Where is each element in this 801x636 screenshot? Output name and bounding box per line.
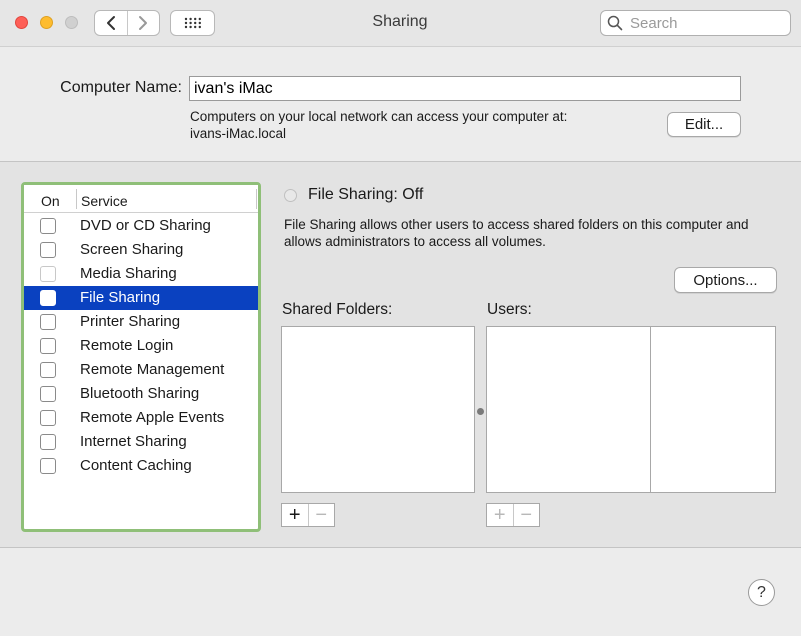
back-button[interactable]	[95, 11, 127, 35]
help-button[interactable]: ?	[748, 579, 775, 606]
computer-name-label: Computer Name:	[60, 79, 182, 96]
remove-shared-folder-button[interactable]: −	[307, 504, 335, 526]
show-all-button[interactable]	[170, 10, 215, 36]
service-checkbox[interactable]	[40, 458, 56, 474]
service-list[interactable]: On Service DVD or CD Sharing Screen Shar…	[21, 182, 261, 532]
options-button[interactable]: Options...	[674, 267, 777, 293]
chevron-left-icon	[106, 16, 115, 30]
service-row-file-sharing[interactable]: File Sharing	[24, 286, 258, 310]
network-address-description: Computers on your local network can acce…	[190, 109, 568, 124]
window-title: Sharing	[372, 13, 428, 30]
service-row-screen-sharing[interactable]: Screen Sharing	[24, 238, 258, 262]
local-hostname: ivans-iMac.local	[190, 126, 287, 141]
add-user-button[interactable]: +	[487, 504, 513, 526]
service-list-header: On Service	[24, 185, 258, 213]
service-checkbox[interactable]	[40, 362, 56, 378]
users-list[interactable]	[486, 326, 776, 493]
column-divider	[256, 189, 257, 209]
service-checkbox[interactable]	[40, 290, 56, 306]
service-label: Internet Sharing	[80, 433, 187, 450]
file-sharing-description: File Sharing allows other users to acces…	[284, 217, 749, 249]
title-bar: Sharing	[0, 0, 801, 47]
computer-name-input[interactable]	[189, 76, 741, 101]
zoom-window-button[interactable]	[65, 16, 78, 29]
edit-hostname-button[interactable]: Edit...	[667, 112, 741, 137]
service-label: Remote Login	[80, 337, 174, 354]
service-checkbox[interactable]	[40, 314, 56, 330]
users-column-divider	[650, 327, 651, 492]
add-shared-folder-button[interactable]: +	[282, 504, 308, 526]
service-label: File Sharing	[80, 289, 161, 306]
search-field[interactable]	[600, 10, 791, 36]
users-add-remove: + −	[486, 503, 540, 527]
close-window-button[interactable]	[15, 16, 28, 29]
chevron-right-icon	[139, 16, 148, 30]
service-checkbox[interactable]	[40, 434, 56, 450]
service-label: Remote Apple Events	[80, 409, 225, 426]
service-label: Bluetooth Sharing	[80, 385, 200, 402]
navigation-buttons	[94, 10, 160, 36]
column-header-on[interactable]: On	[41, 193, 60, 209]
search-icon	[607, 15, 623, 31]
service-checkbox[interactable]	[40, 338, 56, 354]
column-header-service[interactable]: Service	[81, 193, 128, 209]
split-view-handle[interactable]	[477, 408, 484, 415]
grid-icon	[184, 17, 201, 29]
service-row-remote-management[interactable]: Remote Management	[24, 358, 258, 382]
service-checkbox[interactable]	[40, 242, 56, 258]
shared-folders-add-remove: + −	[281, 503, 335, 527]
service-label: Printer Sharing	[80, 313, 181, 330]
service-row-media-sharing[interactable]: Media Sharing	[24, 262, 258, 286]
service-checkbox[interactable]	[40, 386, 56, 402]
service-checkbox[interactable]	[40, 410, 56, 426]
remove-user-button[interactable]: −	[512, 504, 540, 526]
service-label: Content Caching	[80, 457, 192, 474]
service-label: Screen Sharing	[80, 241, 184, 258]
column-divider	[76, 189, 77, 209]
service-row-internet-sharing[interactable]: Internet Sharing	[24, 430, 258, 454]
forward-button[interactable]	[126, 11, 160, 35]
service-checkbox[interactable]	[40, 218, 56, 234]
sharing-status: File Sharing: Off	[308, 186, 424, 203]
service-label: DVD or CD Sharing	[80, 217, 211, 234]
service-label: Media Sharing	[80, 265, 177, 282]
service-row-remote-login[interactable]: Remote Login	[24, 334, 258, 358]
shared-folders-label: Shared Folders:	[282, 301, 393, 318]
status-indicator	[284, 189, 297, 202]
service-row-printer-sharing[interactable]: Printer Sharing	[24, 310, 258, 334]
users-label: Users:	[487, 301, 532, 318]
service-row-bluetooth-sharing[interactable]: Bluetooth Sharing	[24, 382, 258, 406]
search-input[interactable]	[628, 13, 782, 33]
service-row-remote-apple-events[interactable]: Remote Apple Events	[24, 406, 258, 430]
shared-folders-list[interactable]	[281, 326, 475, 493]
service-row-dvd-or-cd-sharing[interactable]: DVD or CD Sharing	[24, 214, 258, 238]
service-checkbox[interactable]	[40, 266, 56, 282]
service-label: Remote Management	[80, 361, 225, 378]
minimize-window-button[interactable]	[40, 16, 53, 29]
service-row-content-caching[interactable]: Content Caching	[24, 454, 258, 478]
